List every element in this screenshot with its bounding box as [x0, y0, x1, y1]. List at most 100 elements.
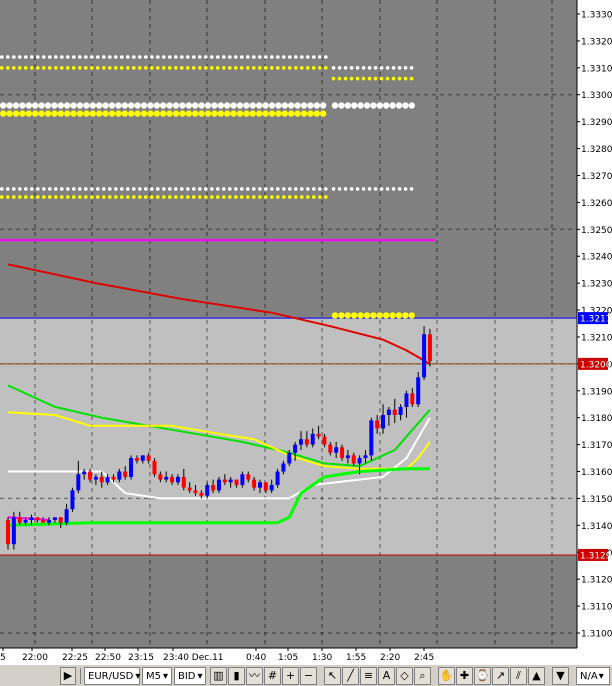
level-dot — [90, 66, 94, 70]
shapes-button[interactable]: ◇ — [396, 667, 413, 685]
level-dot — [210, 55, 214, 59]
symbol-value: EUR/USD — [88, 670, 134, 682]
level-dot — [102, 110, 109, 117]
trend-button[interactable]: ↗ — [492, 667, 509, 685]
level-dot — [385, 66, 390, 70]
zoom-in-button[interactable]: + — [282, 667, 299, 685]
candle-body — [11, 517, 16, 545]
level-dot — [236, 110, 244, 117]
level-dot — [0, 187, 4, 191]
timeframe-value: M5 — [146, 670, 161, 682]
y-tick-label: 1.3110 — [581, 603, 612, 613]
candle-body — [70, 490, 75, 510]
candle-body — [187, 487, 192, 491]
level-dot — [134, 102, 141, 109]
level-dot — [89, 102, 97, 109]
level-dot — [282, 195, 286, 199]
level-dot — [262, 110, 269, 117]
level-dot — [60, 195, 64, 199]
level-dot — [102, 102, 109, 109]
candle-button[interactable]: ▮ — [228, 667, 245, 685]
line-chart-button[interactable]: 〰 — [246, 667, 263, 685]
level-dot — [288, 187, 292, 191]
level-dot — [318, 55, 322, 59]
level-dot — [30, 66, 34, 70]
channel-button[interactable]: ⫽ — [510, 667, 527, 685]
level-dot — [343, 187, 348, 191]
zoom-out-button[interactable]: − — [300, 667, 317, 685]
symbol-select[interactable]: EUR/USD ▾ — [84, 667, 140, 685]
level-dot — [264, 195, 268, 199]
level-dot — [185, 110, 192, 117]
bar-chart-button[interactable]: ▥ — [210, 667, 227, 685]
level-dot — [72, 187, 76, 191]
magnifier-button[interactable]: ⌕ — [414, 667, 431, 685]
arrow-up-button[interactable]: ▲ — [528, 667, 545, 685]
level-dot — [379, 76, 384, 81]
zoom-in-icon: + — [285, 669, 296, 682]
level-dot — [192, 55, 196, 59]
level-dot — [397, 76, 402, 81]
level-dot — [270, 187, 274, 191]
level-dot — [76, 102, 84, 109]
candle-body — [299, 439, 303, 445]
level-dot — [132, 187, 136, 191]
arrow-down-button[interactable]: ▼ — [552, 667, 569, 685]
level-dot — [114, 195, 118, 199]
level-dot — [331, 76, 336, 81]
fib-button[interactable]: ≡ — [360, 667, 377, 685]
candle-body — [404, 393, 409, 407]
level-dot — [179, 102, 186, 109]
level-dot — [72, 195, 76, 199]
level-dot — [230, 102, 237, 109]
level-dot — [228, 66, 232, 70]
level-dot — [76, 110, 84, 117]
level-dot — [402, 102, 409, 109]
level-dot — [320, 102, 327, 109]
level-dot — [192, 195, 196, 199]
zoom-select[interactable]: N/A ▾ — [576, 667, 610, 685]
level-dot — [156, 66, 160, 70]
level-dot — [264, 55, 268, 59]
grid-icon: # — [267, 669, 278, 682]
cursor-button[interactable]: ↖ — [324, 667, 341, 685]
level-dot — [36, 195, 40, 199]
level-dot — [144, 195, 148, 199]
draw-line-button[interactable]: ╱ — [342, 667, 359, 685]
level-dot — [252, 187, 256, 191]
candle-body — [304, 439, 309, 445]
level-dot — [185, 102, 192, 109]
crosshair-button[interactable]: ✚ — [456, 667, 473, 685]
crosshair-icon: ✚ — [459, 669, 470, 682]
level-dot — [276, 187, 280, 191]
side-select[interactable]: BID ▾ — [174, 667, 206, 685]
chart-area[interactable]: 1.3330 1.3320 1.3310 1.3300 1.3290 1.3280 1.32… — [0, 0, 612, 664]
level-dot — [126, 187, 130, 191]
level-dot — [243, 102, 250, 109]
level-dot — [108, 66, 112, 70]
timeframe-select[interactable]: M5 ▾ — [142, 667, 172, 685]
level-dot — [288, 110, 295, 117]
candle-body — [392, 409, 397, 416]
level-dot — [192, 110, 199, 117]
level-dot — [306, 66, 310, 70]
x-tick-label: 22:50 — [95, 653, 121, 663]
candle-body — [345, 455, 350, 459]
level-dot — [363, 312, 371, 319]
level-dot — [198, 66, 202, 70]
level-dot — [121, 110, 128, 117]
level-dot — [246, 66, 250, 70]
level-dot — [160, 102, 167, 109]
period-button[interactable]: ⌚ — [474, 667, 491, 685]
level-dot — [222, 66, 226, 70]
hand-button[interactable]: ✋ — [438, 667, 455, 685]
price-chart[interactable]: 1.3330 1.3320 1.3310 1.3300 1.3290 1.3280 1.32… — [0, 0, 612, 664]
grid-button[interactable]: # — [264, 667, 281, 685]
text-button[interactable]: A — [378, 667, 395, 685]
level-dot — [186, 195, 190, 199]
scroll-right-button[interactable]: ▶ — [60, 667, 76, 685]
level-dot — [114, 66, 118, 70]
dot-level — [0, 187, 328, 191]
level-dot — [48, 66, 52, 70]
level-dot — [376, 312, 383, 319]
